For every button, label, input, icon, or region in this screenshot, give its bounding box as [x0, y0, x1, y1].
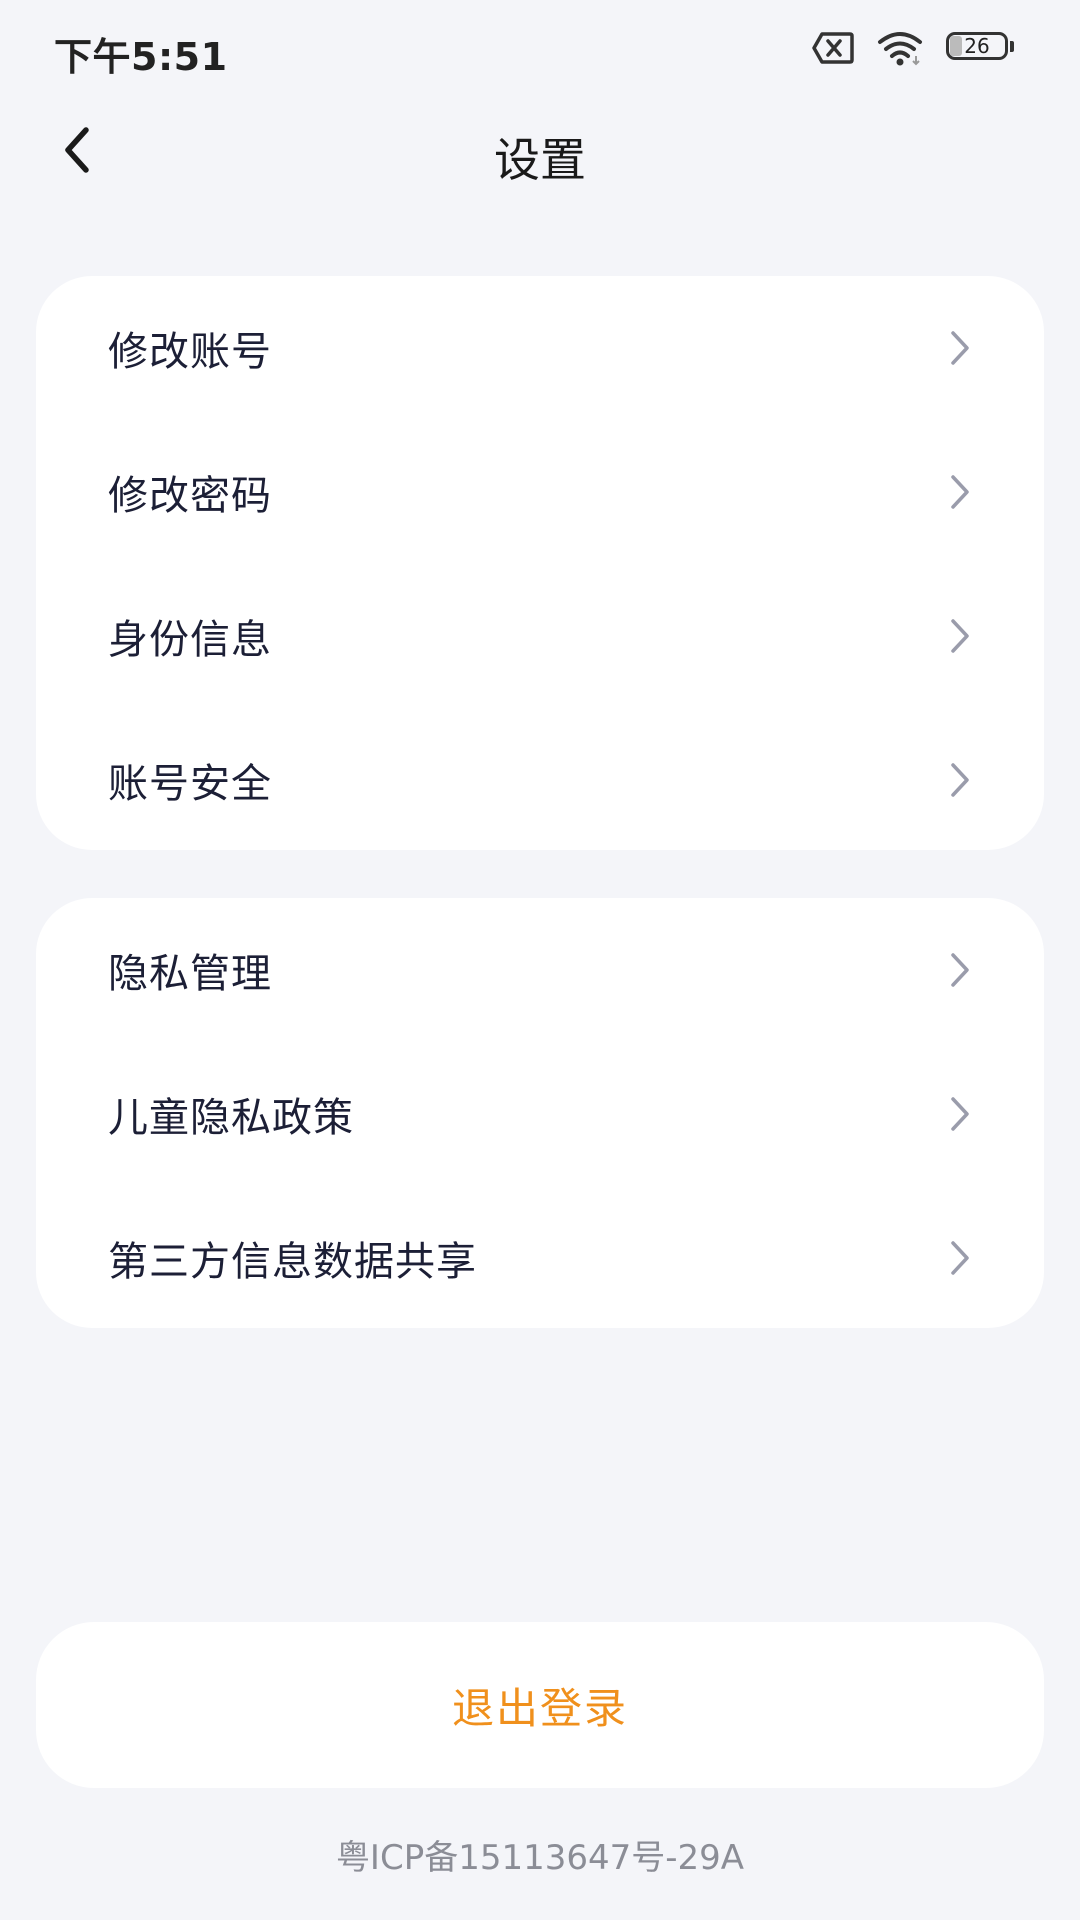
menu-item-identity-info[interactable]: 身份信息	[36, 564, 1044, 708]
icp-license-text: 粤ICP备15113647号-29A	[335, 1838, 745, 1878]
battery-level: 26	[964, 34, 990, 58]
nav-header: 设置	[0, 100, 1080, 204]
sim-error-icon	[812, 31, 854, 65]
menu-item-label: 第三方信息数据共享	[108, 1239, 477, 1285]
chevron-right-icon	[940, 1238, 980, 1278]
menu-item-account-security[interactable]: 账号安全	[36, 708, 1044, 852]
menu-item-privacy-management[interactable]: 隐私管理	[36, 898, 1044, 1042]
menu-item-child-privacy-policy[interactable]: 儿童隐私政策	[36, 1042, 1044, 1186]
menu-item-label: 身份信息	[108, 617, 272, 663]
menu-item-label: 账号安全	[108, 761, 272, 807]
chevron-right-icon	[940, 1094, 980, 1134]
page-title: 设置	[494, 133, 586, 187]
chevron-right-icon	[940, 472, 980, 512]
chevron-right-icon	[940, 760, 980, 800]
menu-item-label: 隐私管理	[108, 951, 272, 997]
menu-item-label: 修改账号	[108, 329, 272, 375]
menu-item-third-party-data-sharing[interactable]: 第三方信息数据共享	[36, 1186, 1044, 1330]
menu-item-modify-account[interactable]: 修改账号	[36, 276, 1044, 420]
wifi-icon	[876, 30, 924, 66]
menu-item-modify-password[interactable]: 修改密码	[36, 420, 1044, 564]
account-settings-group: 修改账号 修改密码 身份信息 账号安全	[36, 276, 1044, 850]
status-time: 下午5:51	[54, 35, 228, 79]
menu-item-label: 修改密码	[108, 473, 272, 519]
logout-button[interactable]: 退出登录	[36, 1622, 1044, 1788]
chevron-right-icon	[940, 328, 980, 368]
status-bar: 下午5:51 26	[0, 0, 1080, 100]
logout-label: 退出登录	[451, 1683, 628, 1733]
privacy-settings-group: 隐私管理 儿童隐私政策 第三方信息数据共享	[36, 898, 1044, 1328]
chevron-right-icon	[940, 616, 980, 656]
battery-icon: 26	[946, 32, 1016, 64]
menu-item-label: 儿童隐私政策	[108, 1095, 354, 1141]
chevron-right-icon	[940, 950, 980, 990]
status-icons: 26	[812, 30, 1016, 66]
